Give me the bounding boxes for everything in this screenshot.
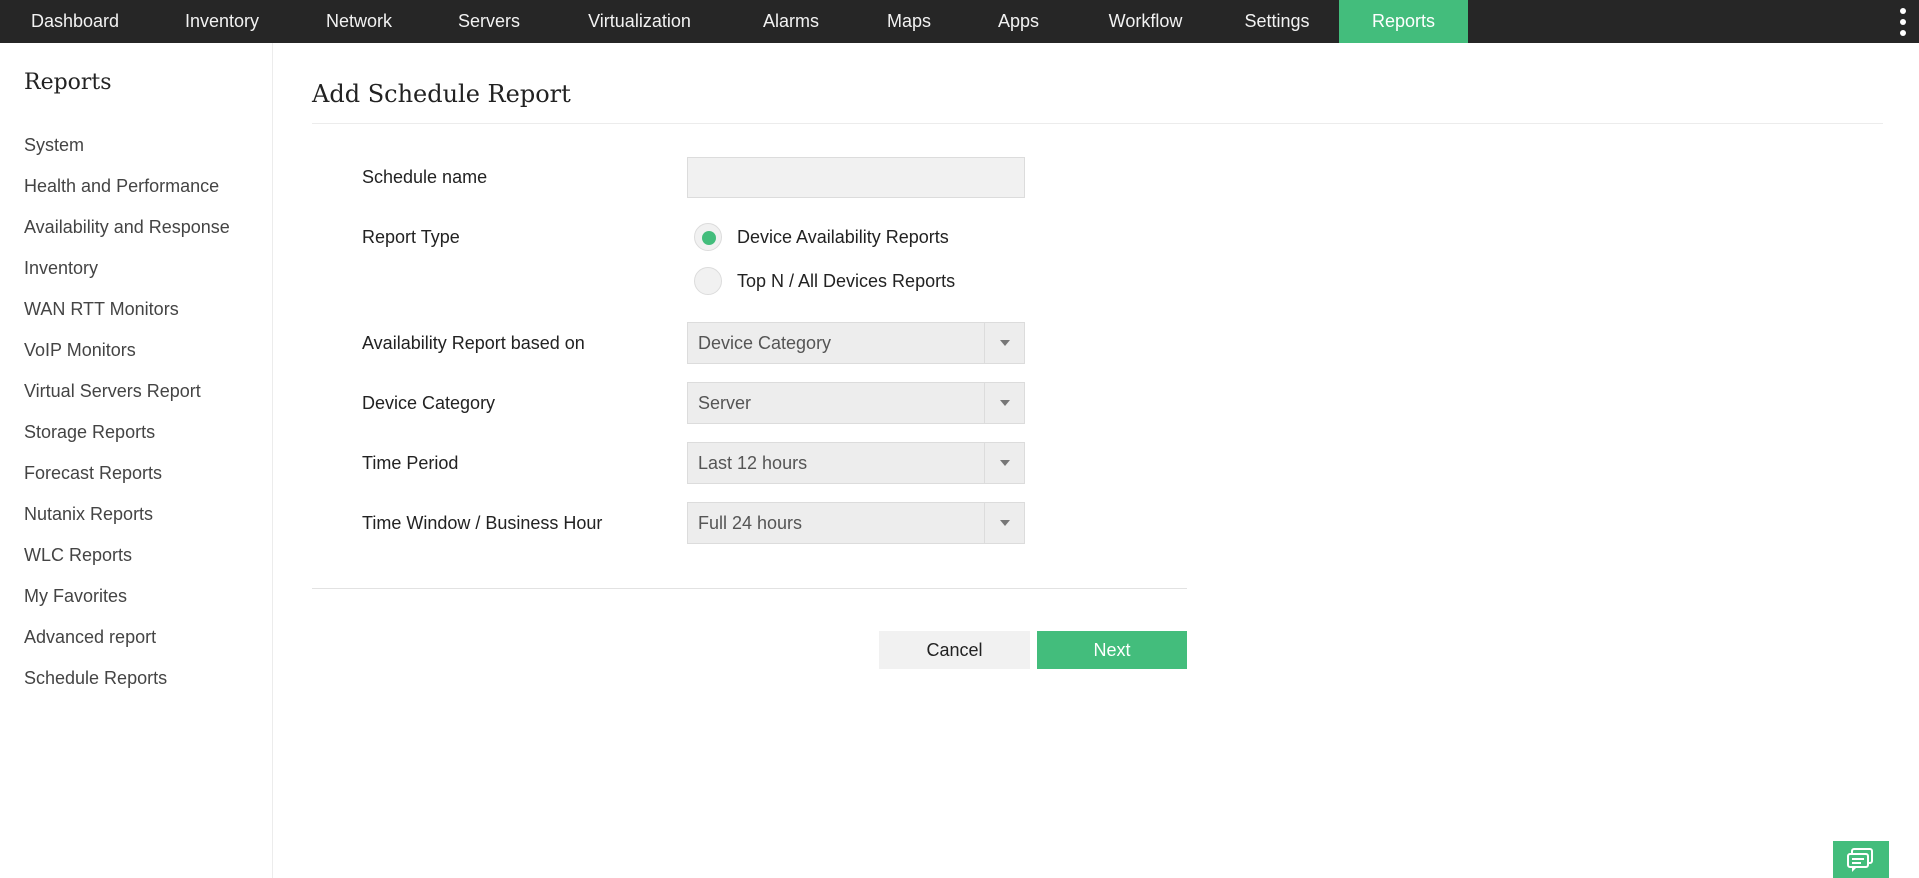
nav-item-servers[interactable]: Servers <box>424 0 554 43</box>
time-window-select[interactable]: Full 24 hours <box>687 502 1025 544</box>
radio-device-availability[interactable] <box>694 223 722 251</box>
nav-item-virtualization[interactable]: Virtualization <box>554 0 725 43</box>
sidebar-item-virtual-servers-report[interactable]: Virtual Servers Report <box>24 381 201 402</box>
nav-item-dashboard[interactable]: Dashboard <box>0 0 150 43</box>
divider <box>312 588 1187 589</box>
sidebar-item-forecast-reports[interactable]: Forecast Reports <box>24 463 162 484</box>
top-navigation: Dashboard Inventory Network Servers Virt… <box>0 0 1919 43</box>
sidebar: Reports System Health and Performance Av… <box>0 43 273 878</box>
cancel-button[interactable]: Cancel <box>879 631 1030 669</box>
radio-device-availability-label[interactable]: Device Availability Reports <box>737 227 949 248</box>
sidebar-item-wan-rtt-monitors[interactable]: WAN RTT Monitors <box>24 299 179 320</box>
nav-item-reports[interactable]: Reports <box>1339 0 1468 43</box>
chat-button[interactable] <box>1833 841 1889 878</box>
availability-based-on-label: Availability Report based on <box>362 333 585 353</box>
sidebar-item-availability-response[interactable]: Availability and Response <box>24 217 230 238</box>
chevron-down-icon <box>984 443 1024 483</box>
sidebar-item-wlc-reports[interactable]: WLC Reports <box>24 545 132 566</box>
sidebar-item-voip-monitors[interactable]: VoIP Monitors <box>24 340 136 361</box>
time-period-select[interactable]: Last 12 hours <box>687 442 1025 484</box>
nav-item-settings[interactable]: Settings <box>1215 0 1339 43</box>
sidebar-item-schedule-reports[interactable]: Schedule Reports <box>24 668 167 689</box>
divider <box>312 123 1883 124</box>
nav-item-alarms[interactable]: Alarms <box>725 0 857 43</box>
next-button[interactable]: Next <box>1037 631 1187 669</box>
sidebar-item-advanced-report[interactable]: Advanced report <box>24 627 156 648</box>
device-category-label: Device Category <box>362 393 496 413</box>
sidebar-item-my-favorites[interactable]: My Favorites <box>24 586 127 607</box>
nav-item-workflow[interactable]: Workflow <box>1076 0 1215 43</box>
nav-item-network[interactable]: Network <box>294 0 424 43</box>
chevron-down-icon <box>984 503 1024 543</box>
nav-item-inventory[interactable]: Inventory <box>150 0 294 43</box>
sidebar-item-system[interactable]: System <box>24 135 84 156</box>
schedule-name-label: Schedule name <box>362 167 488 187</box>
chevron-down-icon <box>984 323 1024 363</box>
nav-item-apps[interactable]: Apps <box>961 0 1076 43</box>
page-title: Add Schedule Report <box>312 80 571 108</box>
availability-based-on-value: Device Category <box>698 333 832 353</box>
sidebar-item-inventory[interactable]: Inventory <box>24 258 98 279</box>
radio-top-n-all-devices[interactable] <box>694 267 722 295</box>
sidebar-item-nutanix-reports[interactable]: Nutanix Reports <box>24 504 153 525</box>
time-window-label: Time Window / Business Hour <box>362 513 603 533</box>
radio-top-n-all-devices-label[interactable]: Top N / All Devices Reports <box>737 271 955 292</box>
time-period-value: Last 12 hours <box>698 453 808 473</box>
chevron-down-icon <box>984 383 1024 423</box>
time-period-label: Time Period <box>362 453 459 473</box>
sidebar-item-storage-reports[interactable]: Storage Reports <box>24 422 155 443</box>
device-category-select[interactable]: Server <box>687 382 1025 424</box>
chat-bubble-icon <box>1847 847 1873 872</box>
availability-based-on-select[interactable]: Device Category <box>687 322 1025 364</box>
nav-item-maps[interactable]: Maps <box>857 0 961 43</box>
more-vertical-icon[interactable] <box>1897 8 1909 36</box>
sidebar-title: Reports <box>24 70 112 95</box>
time-window-value: Full 24 hours <box>698 513 803 533</box>
device-category-value: Server <box>698 393 752 413</box>
report-type-label: Report Type <box>362 227 460 247</box>
sidebar-item-health-performance[interactable]: Health and Performance <box>24 176 219 197</box>
schedule-name-input[interactable] <box>687 157 1025 198</box>
